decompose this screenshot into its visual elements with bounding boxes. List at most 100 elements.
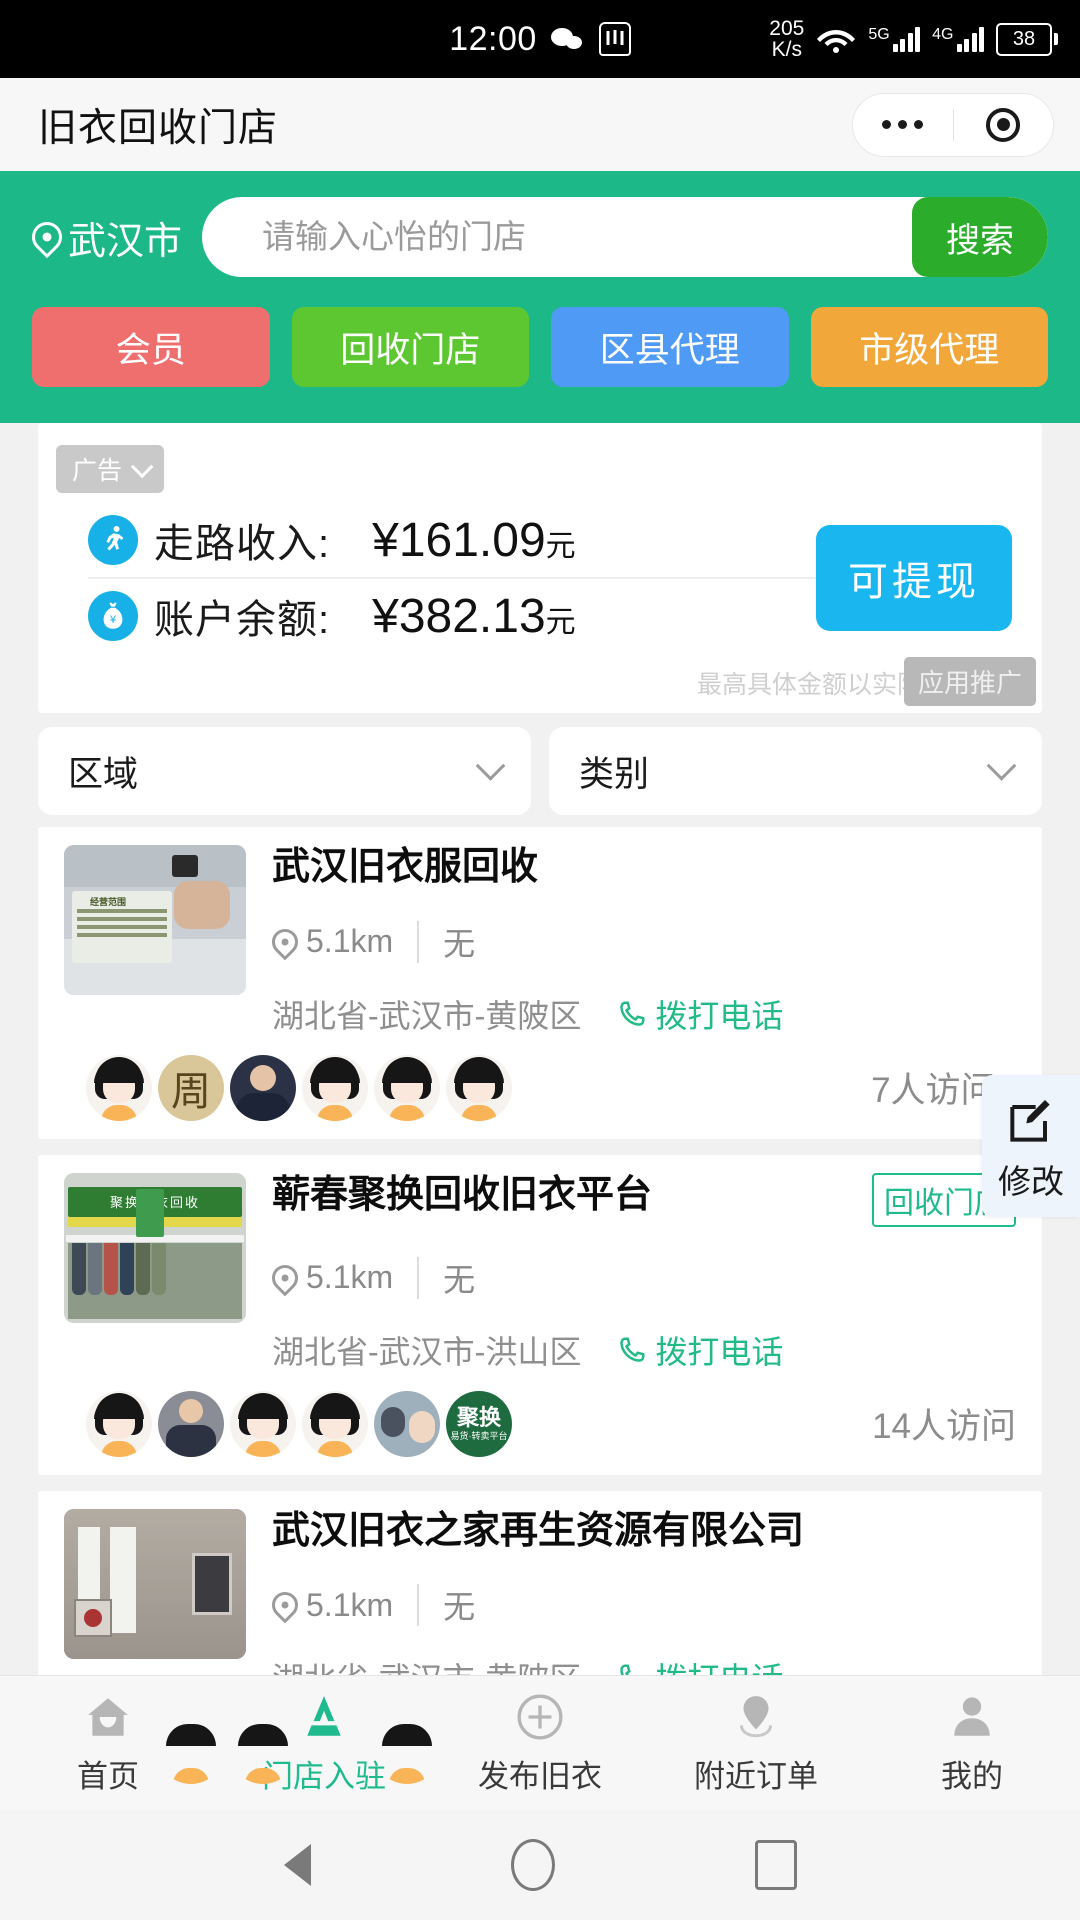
ad-balance-unit: 元 <box>546 606 576 639</box>
store-list-item[interactable]: 聚换旧衣回收 蕲春聚换回收旧衣平台 回收门店 <box>38 1155 1042 1475</box>
visitor-avatars: 聚换易货·转卖平台 <box>86 1391 518 1457</box>
category-recycle-store-label: 回收门店 <box>340 322 480 373</box>
call-phone-button[interactable]: 拨打电话 <box>617 1327 783 1373</box>
tab-publish-clothes-label: 发布旧衣 <box>478 1751 602 1796</box>
recents-square-icon[interactable] <box>755 1840 797 1890</box>
tab-nearby-orders[interactable]: 附近订单 <box>648 1691 864 1796</box>
search-box: 搜索 <box>202 197 1048 277</box>
edit-floating-label: 修改 <box>998 1155 1064 1203</box>
network-speed: 205 K/s <box>769 18 804 60</box>
plus-circle-icon <box>514 1691 566 1743</box>
store-name-row: 蕲春聚换回收旧衣平台 回收门店 <box>272 1173 1016 1227</box>
meta-divider <box>417 1584 419 1626</box>
ad-walking-unit: 元 <box>546 530 576 563</box>
close-miniprogram-button[interactable] <box>954 94 1054 156</box>
category-city-agent[interactable]: 市级代理 <box>811 307 1049 387</box>
store-visitors-row[interactable]: 周 7人访问> <box>64 1037 1016 1139</box>
search-button[interactable]: 搜索 <box>912 197 1048 277</box>
tab-profile[interactable]: 我的 <box>864 1691 1080 1796</box>
android-nav-bar <box>0 1810 1080 1920</box>
miniprogram-capsule <box>852 93 1054 157</box>
search-input[interactable] <box>202 218 912 256</box>
avatar <box>230 1055 296 1121</box>
more-menu-button[interactable] <box>853 94 953 156</box>
ad-walking-currency: ¥ <box>372 514 399 567</box>
ad-walking-income-amount: ¥161.09元 <box>372 513 576 568</box>
location-pin-icon <box>26 216 68 258</box>
store-icon <box>298 1691 350 1743</box>
location-selector[interactable]: 武汉市 <box>32 210 182 265</box>
status-bar: 12:00 205 K/s 5G 4G 38 <box>0 0 1080 78</box>
chevron-down-icon <box>131 456 154 479</box>
visitor-avatars: 周 <box>86 1055 518 1121</box>
battery-level: 38 <box>996 23 1052 56</box>
back-triangle-icon[interactable] <box>284 1844 311 1886</box>
signal-4g-label: 4G <box>932 26 953 44</box>
ad-balance-currency: ¥ <box>372 590 399 643</box>
target-circle-icon <box>986 108 1020 142</box>
avatar <box>230 1391 296 1457</box>
store-thumbnail: 聚换旧衣回收 <box>64 1173 246 1323</box>
ad-fine-print-row: 最高具体金额以实际活动为准 应用推广 <box>38 653 1042 713</box>
filter-region[interactable]: 区域 <box>38 727 531 815</box>
filter-category[interactable]: 类别 <box>549 727 1042 815</box>
category-district-agent[interactable]: 区县代理 <box>551 307 789 387</box>
network-speed-unit: K/s <box>772 39 802 60</box>
store-info: 武汉旧衣服回收 5.1km 无 湖北省-武汉市-黄陂区 <box>272 845 1016 1037</box>
advertisement-card[interactable]: 广告 走路收入: ¥161.09元 <box>38 423 1042 713</box>
page-title: 旧衣回收门店 <box>38 97 278 153</box>
ad-row-walking-income: 走路收入: ¥161.09元 <box>88 503 816 577</box>
store-meta: 5.1km 无 <box>272 919 1016 965</box>
map-pin-icon <box>730 1691 782 1743</box>
ad-rows: 走路收入: ¥161.09元 ¥ 账户余额: ¥382.13元 <box>88 503 816 653</box>
meta-divider <box>417 921 419 963</box>
ad-balance-amount: ¥382.13元 <box>372 589 576 644</box>
hand-icon <box>599 22 631 56</box>
category-recycle-store[interactable]: 回收门店 <box>292 307 530 387</box>
call-phone-button[interactable]: 拨打电话 <box>617 991 783 1037</box>
store-distance-value: 5.1km <box>306 1587 393 1624</box>
store-name: 蕲春聚换回收旧衣平台 <box>272 1173 652 1219</box>
store-info: 蕲春聚换回收旧衣平台 回收门店 5.1km 无 湖北省-武汉市-洪山区 <box>272 1173 1016 1373</box>
chevron-down-icon <box>476 750 506 780</box>
withdraw-button[interactable]: 可提现 <box>816 525 1012 631</box>
ad-walking-value: 161.09 <box>399 514 546 567</box>
tab-store-join-label: 门店入驻 <box>262 1751 386 1796</box>
store-distance-value: 5.1km <box>306 1259 393 1296</box>
avatar <box>158 1391 224 1457</box>
signal-5g-label: 5G <box>868 26 889 44</box>
running-person-icon <box>88 515 138 565</box>
more-dots-icon <box>882 120 923 129</box>
store-meta: 5.1km 无 <box>272 1582 1016 1628</box>
ad-label-badge[interactable]: 广告 <box>56 445 164 493</box>
call-phone-label: 拨打电话 <box>655 991 783 1037</box>
store-thumbnail <box>64 1509 246 1659</box>
home-icon <box>82 1691 134 1743</box>
store-thumbnail: 经营范围 <box>64 845 246 995</box>
ad-balance-label: 账户余额: <box>154 587 330 645</box>
store-list-item[interactable]: 经营范围 武汉旧衣服回收 5.1km 无 <box>38 827 1042 1139</box>
store-name: 武汉旧衣之家再生资源有限公司 <box>272 1509 804 1555</box>
network-speed-value: 205 <box>769 18 804 39</box>
status-time: 12:00 <box>449 20 537 59</box>
avatar <box>302 1055 368 1121</box>
category-member-label: 会员 <box>116 322 186 373</box>
signal-4g-bars <box>957 26 985 52</box>
home-circle-icon[interactable] <box>511 1839 555 1891</box>
store-visitors-row[interactable]: 聚换易货·转卖平台 14人访问 <box>64 1373 1016 1475</box>
map-pin-icon <box>267 1259 304 1296</box>
phone-icon <box>617 999 647 1029</box>
store-list: 经营范围 武汉旧衣服回收 5.1km 无 <box>0 827 1080 1802</box>
avatar <box>86 1055 152 1121</box>
ad-label-text: 广告 <box>72 451 122 487</box>
edit-floating-button[interactable]: 修改 <box>982 1075 1080 1217</box>
category-city-agent-label: 市级代理 <box>859 322 999 373</box>
battery-icon: 38 <box>996 23 1058 56</box>
store-extra: 无 <box>443 919 475 965</box>
category-member[interactable]: 会员 <box>32 307 270 387</box>
svg-text:¥: ¥ <box>109 614 117 626</box>
person-icon <box>946 1691 998 1743</box>
store-address-row: 湖北省-武汉市-黄陂区 拨打电话 <box>272 991 1016 1037</box>
tab-publish-clothes[interactable]: 发布旧衣 <box>432 1691 648 1796</box>
store-name-row: 武汉旧衣服回收 <box>272 845 1016 891</box>
